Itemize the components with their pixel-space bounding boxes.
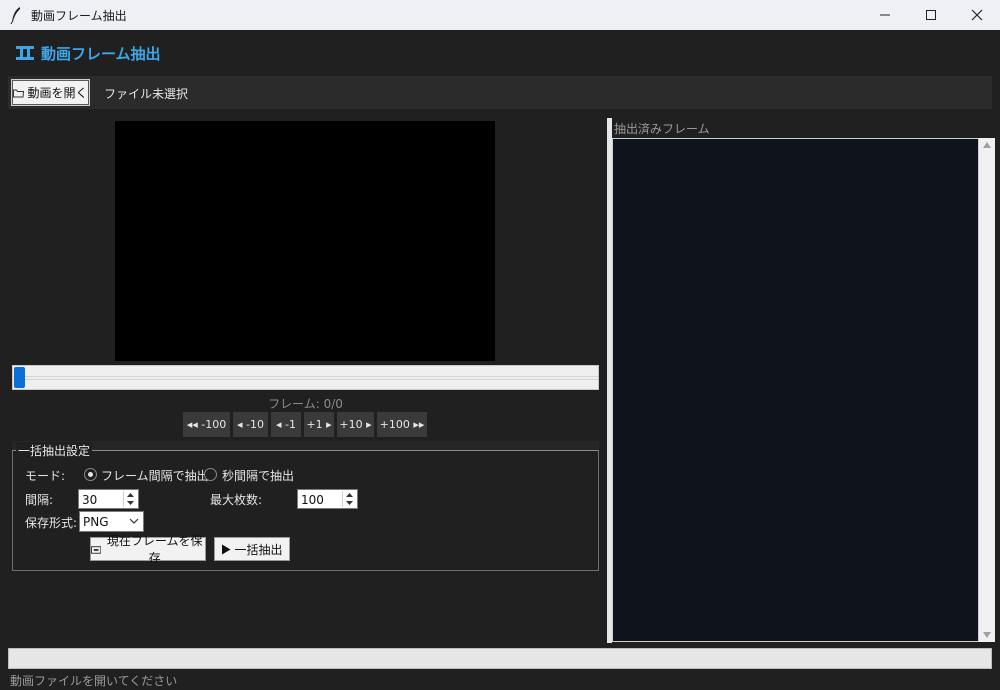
- step-plus-100-button[interactable]: +100 ▸▸: [377, 412, 427, 437]
- app-title: 動画フレーム抽出: [41, 44, 161, 63]
- window-title: 動画フレーム抽出: [31, 9, 127, 23]
- scroll-down-icon[interactable]: [983, 632, 991, 638]
- open-video-label: 動画を開く: [27, 86, 88, 100]
- title-bar: 動画フレーム抽出: [0, 0, 1000, 30]
- film-frames-icon: [16, 46, 34, 60]
- interval-value: 30: [82, 493, 98, 507]
- max-count-label: 最大枚数:: [210, 493, 263, 507]
- slider-thumb[interactable]: [14, 367, 25, 388]
- batch-extract-button[interactable]: 一括抽出: [214, 537, 290, 561]
- status-text: 動画ファイルを開いてください: [10, 674, 178, 688]
- slider-track: [13, 376, 598, 380]
- app-header: 動画フレーム抽出: [15, 42, 161, 64]
- interval-label: 間隔:: [25, 493, 54, 507]
- folder-icon: [13, 89, 25, 97]
- step-plus-10-button[interactable]: +10 ▸: [337, 412, 374, 437]
- extracted-frames-label: 抽出済みフレーム: [614, 122, 710, 136]
- maximize-icon: [926, 10, 936, 20]
- minimize-icon: [880, 14, 890, 16]
- spin-up-icon[interactable]: [346, 493, 353, 497]
- feather-icon: [10, 7, 20, 24]
- format-value: PNG: [83, 515, 109, 529]
- progress-bar: [8, 648, 992, 669]
- mode-label: モード:: [25, 469, 66, 483]
- max-count-value: 100: [301, 493, 324, 507]
- disk-icon: [91, 545, 102, 554]
- step-minus-1-button[interactable]: ◂ -1: [271, 412, 301, 437]
- frame-slider[interactable]: [12, 365, 599, 390]
- step-minus-10-button[interactable]: ◂ -10: [233, 412, 268, 437]
- interval-spin-arrows: [123, 491, 137, 507]
- mode-seconds-label[interactable]: 秒間隔で抽出: [222, 467, 294, 484]
- batch-settings-title: 一括抽出設定: [16, 442, 93, 459]
- open-video-button[interactable]: 動画を開く: [11, 79, 90, 106]
- maximize-button[interactable]: [908, 0, 954, 30]
- mode-seconds-radio[interactable]: [204, 468, 217, 481]
- scroll-up-icon[interactable]: [983, 142, 991, 148]
- format-select[interactable]: PNG: [79, 511, 144, 532]
- spin-down-icon[interactable]: [346, 501, 353, 505]
- format-label: 保存形式:: [25, 516, 78, 530]
- close-icon: [971, 9, 983, 21]
- spin-up-icon[interactable]: [127, 493, 134, 497]
- frame-counter: フレーム: 0/0: [268, 397, 343, 411]
- chevron-down-icon: [129, 518, 139, 524]
- toolbar: 動画を開く ファイル未選択: [8, 76, 992, 109]
- spin-down-icon[interactable]: [127, 501, 134, 505]
- step-minus-100-button[interactable]: ◂◂ -100: [183, 412, 230, 437]
- batch-extract-label: 一括抽出: [234, 542, 283, 557]
- file-status-label: ファイル未選択: [104, 87, 189, 101]
- extracted-frames-scrollbar[interactable]: [979, 138, 995, 642]
- play-icon: [222, 544, 231, 554]
- extracted-frames-canvas[interactable]: [612, 138, 979, 642]
- frame-step-buttons: ◂◂ -100 ◂ -10 ◂ -1 +1 ▸ +10 ▸ +100 ▸▸: [183, 412, 427, 437]
- max-count-spinbox[interactable]: 100: [297, 489, 358, 509]
- minimize-button[interactable]: [862, 0, 908, 30]
- batch-settings-header-band: [12, 441, 599, 450]
- interval-spinbox[interactable]: 30: [78, 489, 139, 509]
- mode-frames-radio[interactable]: [84, 468, 97, 481]
- step-plus-1-button[interactable]: +1 ▸: [304, 412, 334, 437]
- save-current-frame-label: 現在フレームを保存: [106, 534, 203, 565]
- close-button[interactable]: [954, 0, 1000, 30]
- save-current-frame-button[interactable]: 現在フレームを保存: [90, 534, 206, 565]
- video-preview: [115, 121, 495, 361]
- mode-frames-label[interactable]: フレーム間隔で抽出: [101, 467, 209, 484]
- max-count-spin-arrows: [342, 491, 356, 507]
